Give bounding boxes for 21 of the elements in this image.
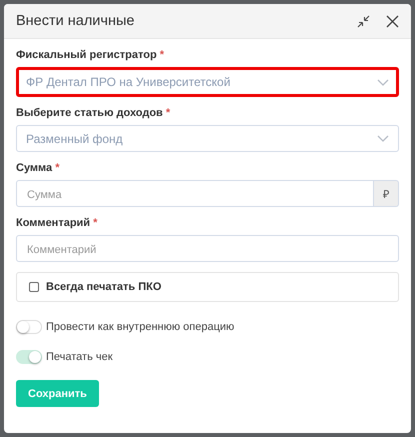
amount-field[interactable]: Сумма [16,180,374,207]
field-label: Выберите статью доходов * [16,107,172,119]
select-field[interactable]: ФР Дентал ПРО на Университетской [16,67,399,97]
save-button[interactable]: Сохранить [16,380,99,407]
toggle-label: Печатать чек [46,351,113,363]
toggle-label: Провести как внутреннюю операцию [46,321,234,333]
field-label: Сумма * [16,162,61,174]
chevron-icon [377,78,389,86]
checkbox[interactable] [29,282,39,292]
currency-addon: ₽ [374,180,399,207]
toggle-switch[interactable] [16,320,42,334]
collapse-icon[interactable] [357,14,370,28]
checkbox-label: Всегда печатать ПКО [46,281,162,293]
dialog-title: Внести наличные [16,13,136,29]
field-label: Фискальный регистратор * [16,49,166,61]
chevron-icon [377,135,389,142]
close-icon[interactable] [386,14,399,28]
field-label: Комментарий * [16,217,98,229]
select-field[interactable]: Разменный фонд [16,125,399,152]
toggle-switch[interactable] [16,350,42,364]
comment-field[interactable]: Комментарий [16,235,399,262]
